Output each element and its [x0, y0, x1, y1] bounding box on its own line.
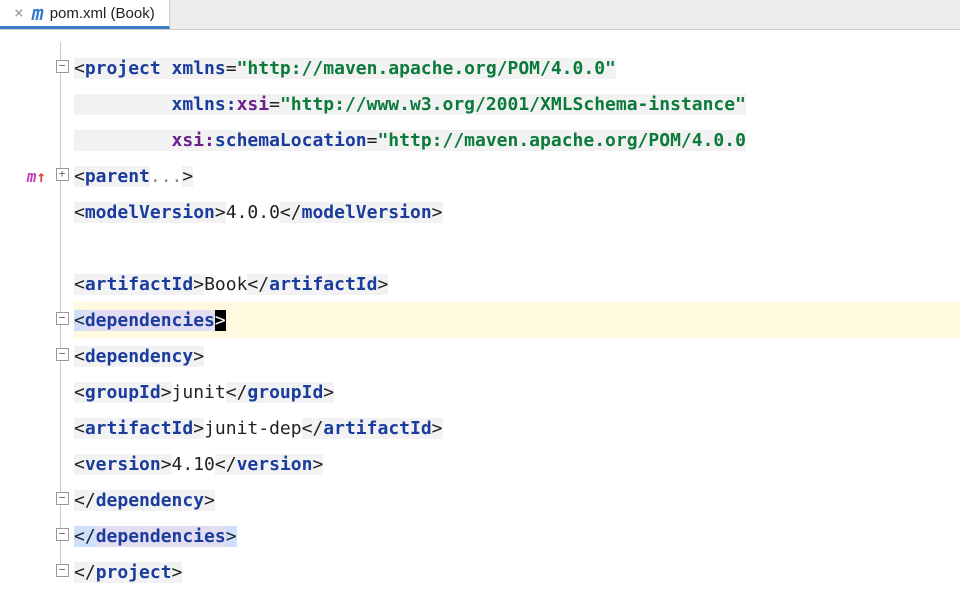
code-line[interactable]: xmlns:xsi="http://www.w3.org/2001/XMLSch… — [74, 86, 960, 122]
close-icon[interactable]: × — [14, 5, 24, 21]
code-area[interactable]: <project xmlns="http://maven.apache.org/… — [74, 30, 960, 590]
maven-up-icon[interactable]: m↑ — [27, 167, 46, 186]
code-line[interactable]: <dependency> — [74, 338, 960, 374]
fold-toggle-icon[interactable]: − — [56, 60, 69, 73]
tab-bar: × m pom.xml (Book) — [0, 0, 960, 30]
code-line[interactable]: <parent...> — [74, 158, 960, 194]
code-line[interactable]: </dependency> — [74, 482, 960, 518]
icon-gutter: m↑ — [0, 30, 50, 590]
code-line[interactable]: xsi:schemaLocation="http://maven.apache.… — [74, 122, 960, 158]
code-line[interactable]: <artifactId>junit-dep</artifactId> — [74, 410, 960, 446]
code-line-current[interactable]: <dependencies> — [74, 302, 960, 338]
code-line[interactable]: <artifactId>Book</artifactId> — [74, 266, 960, 302]
tab-label: pom.xml (Book) — [50, 5, 155, 22]
maven-file-icon: m — [32, 3, 44, 23]
code-line[interactable]: <groupId>junit</groupId> — [74, 374, 960, 410]
fold-toggle-icon[interactable]: − — [56, 312, 69, 325]
code-line[interactable]: <project xmlns="http://maven.apache.org/… — [74, 50, 960, 86]
editor-container: × m pom.xml (Book) m↑ − — [0, 0, 960, 590]
fold-toggle-icon[interactable]: − — [56, 528, 69, 541]
code-line[interactable]: <version>4.10</version> — [74, 446, 960, 482]
fold-toggle-icon[interactable]: + — [56, 168, 69, 181]
file-tab[interactable]: × m pom.xml (Book) — [0, 0, 170, 29]
code-line[interactable]: </project> — [74, 554, 960, 590]
code-line[interactable]: <modelVersion>4.0.0</modelVersion> — [74, 194, 960, 230]
code-line[interactable]: </dependencies> — [74, 518, 960, 554]
fold-toggle-icon[interactable]: − — [56, 492, 69, 505]
fold-toggle-icon[interactable]: − — [56, 348, 69, 361]
text-cursor: > — [215, 310, 226, 331]
fold-gutter: − + − − − − − — [50, 30, 74, 590]
editor-body: m↑ − + − − − — [0, 30, 960, 590]
fold-toggle-icon[interactable]: − — [56, 564, 69, 577]
code-line[interactable] — [74, 230, 960, 266]
